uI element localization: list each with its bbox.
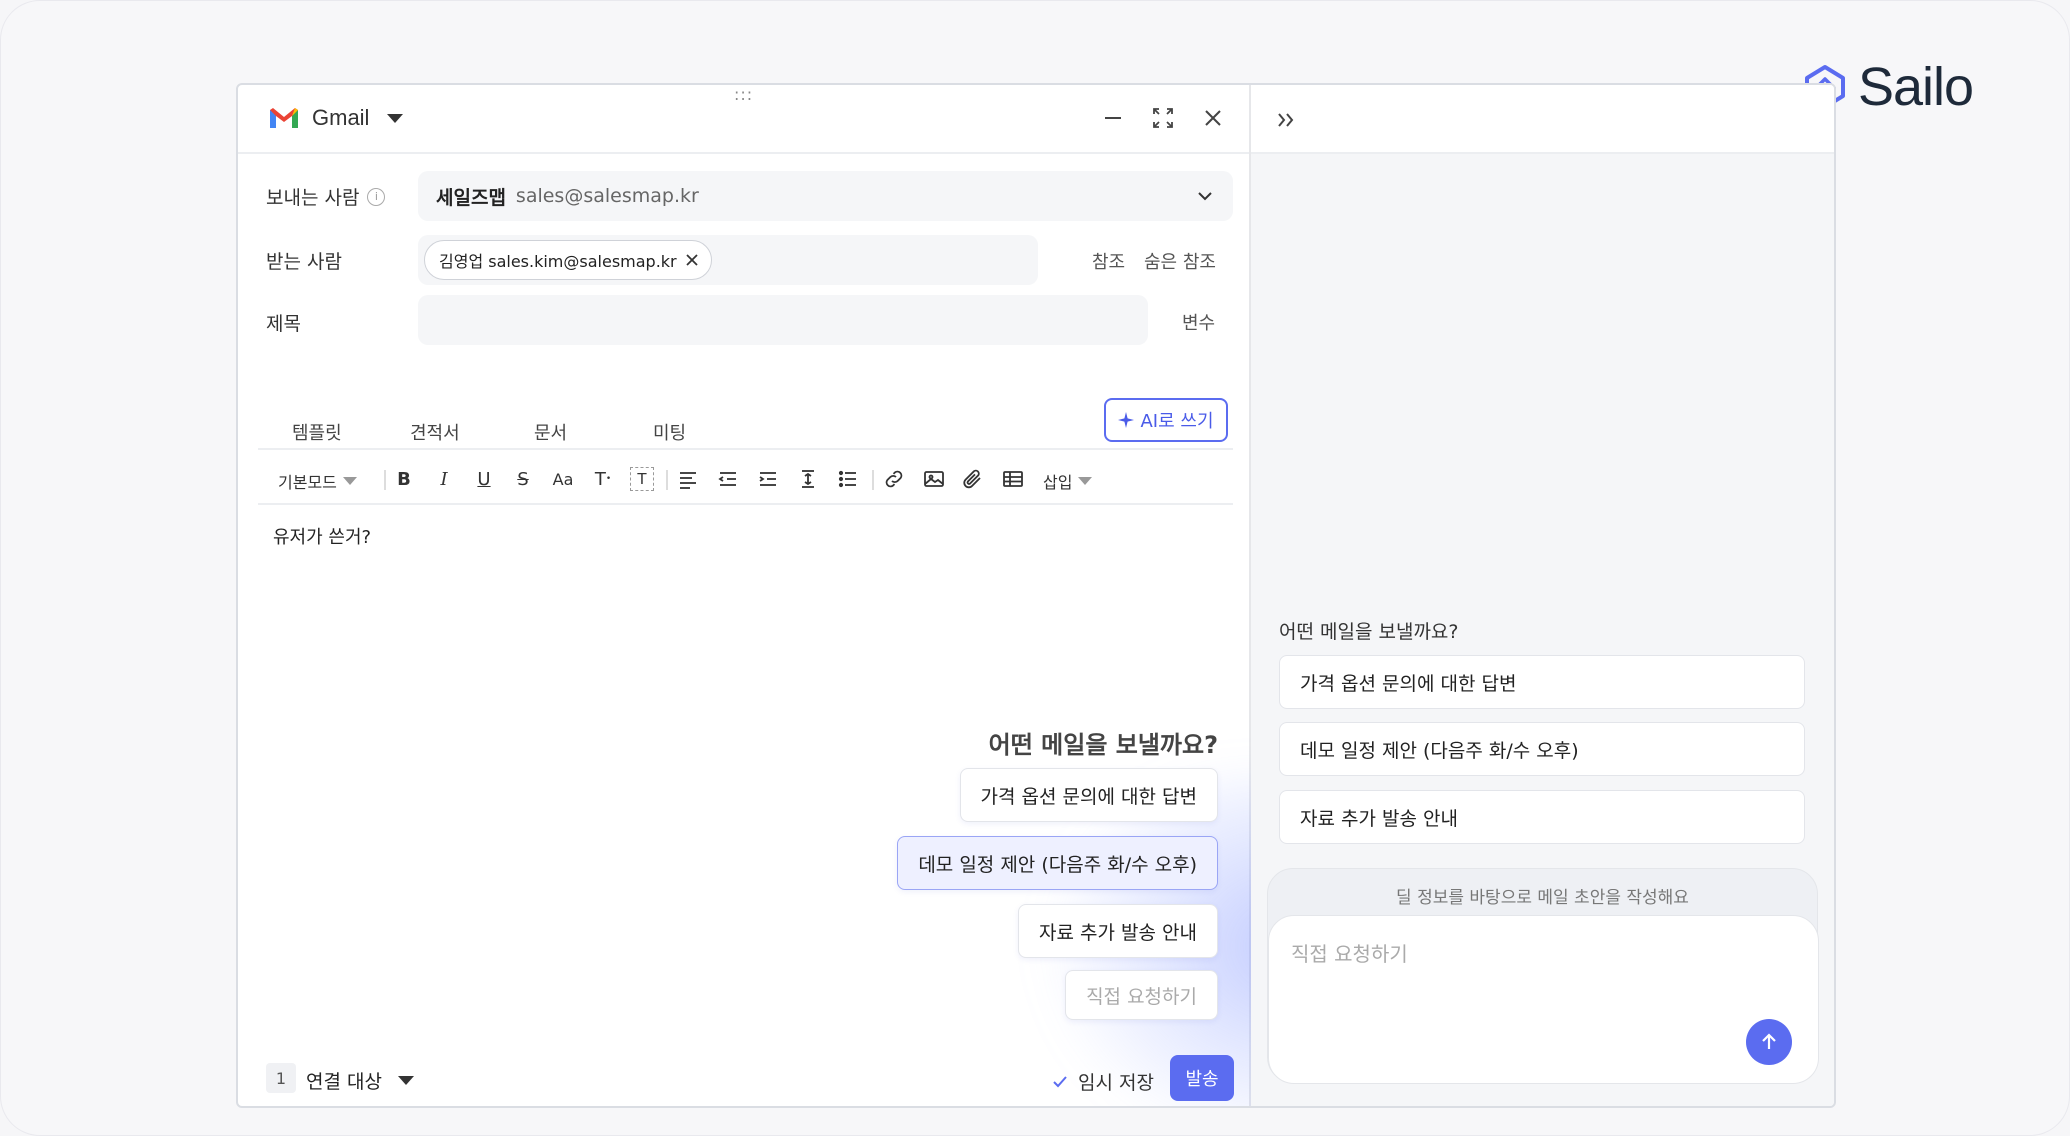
sender-name: 세일즈맵 (436, 186, 506, 209)
tab-template[interactable]: 템플릿 (292, 419, 342, 445)
to-input[interactable]: 김영업 sales.kim@salesmap.kr (418, 235, 1038, 285)
strikethrough-icon[interactable]: S (511, 467, 535, 491)
panel-option[interactable]: 자료 추가 발송 안내 (1279, 790, 1805, 844)
image-icon[interactable] (922, 467, 946, 491)
collapse-panel-icon[interactable] (1273, 107, 1299, 133)
ai-panel: 어떤 메일을 보낼까요? 가격 옵션 문의에 대한 답변 데모 일정 제안 (다… (1251, 85, 1834, 1106)
divider (258, 503, 1233, 505)
recipient-chip[interactable]: 김영업 sales.kim@salesmap.kr (424, 240, 712, 280)
panel-option[interactable]: 데모 일정 제안 (다음주 화/수 오후) (1279, 722, 1805, 776)
sparkle-icon (1118, 412, 1135, 428)
toolbar-divider (872, 470, 874, 490)
clear-format-icon[interactable]: T • (591, 467, 615, 491)
sender-row: 보내는 사람 i (266, 183, 419, 210)
check-icon (1053, 1075, 1067, 1087)
minimize-icon[interactable] (1101, 105, 1125, 131)
toolbar-divider (384, 470, 386, 490)
format-toolbar: 기본모드 B I U S Aa T • T 삽입 (238, 459, 1249, 499)
suggestion-title: 어떤 메일을 보낼까요? (988, 731, 1218, 759)
text-box-icon[interactable]: T (630, 467, 654, 491)
connection-target-select[interactable]: 연결 대상 (306, 1067, 414, 1094)
prompt-composer: 딜 정보를 바탕으로 메일 초안을 작성해요 직접 요청하기 (1267, 868, 1819, 1084)
link-icon[interactable] (882, 467, 906, 491)
gmail-logo-icon (270, 108, 298, 128)
font-size-icon[interactable]: Aa (551, 467, 575, 491)
ai-write-button[interactable]: AI로 쓰기 (1104, 398, 1228, 442)
info-icon[interactable]: i (367, 187, 386, 206)
divider (258, 448, 1233, 450)
composer: Gmail ::: 보내는 사람 i 세일즈맵 sales@salesmap.k… (238, 85, 1458, 1106)
arrow-up-icon (1762, 1033, 1776, 1049)
prompt-hint: 딜 정보를 바탕으로 메일 초안을 작성해요 (1396, 888, 1689, 908)
brand-name: Sailo (1858, 57, 1974, 117)
cc-button[interactable]: 참조 (1092, 248, 1125, 274)
remove-recipient-icon[interactable] (685, 253, 699, 267)
content-tabs: 템플릿 견적서 문서 미팅 (238, 405, 1249, 451)
close-icon[interactable] (1201, 105, 1225, 131)
editor-body[interactable]: 유저가 쓴거? (273, 523, 371, 549)
sender-label: 보내는 사람 i (266, 183, 419, 210)
attachment-icon[interactable] (961, 467, 985, 491)
compose-topbar: Gmail ::: (238, 85, 1249, 154)
caret-down-icon (397, 1076, 414, 1085)
sender-email: sales@salesmap.kr (515, 185, 699, 207)
suggestion-item[interactable]: 데모 일정 제안 (다음주 화/수 오후) (897, 836, 1218, 890)
recipient-chip-label: 김영업 sales.kim@salesmap.kr (439, 252, 677, 271)
suggestion-item[interactable]: 자료 추가 발송 안내 (1018, 904, 1218, 958)
table-icon[interactable] (1001, 467, 1025, 491)
custom-request-button[interactable]: 직접 요청하기 (1065, 970, 1218, 1020)
compose-footer: 1 연결 대상 임시 저장 발송 (238, 1055, 1249, 1105)
bold-icon[interactable]: B (392, 467, 416, 491)
send-button[interactable]: 발송 (1170, 1055, 1234, 1101)
line-height-icon[interactable] (796, 467, 820, 491)
subject-input[interactable] (418, 295, 1148, 345)
bcc-button[interactable]: 숨은 참조 (1144, 248, 1216, 274)
subject-label: 제목 (266, 313, 301, 335)
to-row: 받는 사람 (266, 247, 419, 274)
toolbar-divider (666, 470, 668, 490)
italic-icon[interactable]: I (432, 467, 456, 491)
outdent-icon[interactable] (716, 467, 740, 491)
window-controls (1101, 105, 1225, 131)
ai-write-label: AI로 쓰기 (1140, 411, 1214, 432)
chevron-down-icon (1198, 192, 1212, 201)
panel-header (1251, 85, 1834, 154)
caret-down-icon (387, 113, 404, 123)
account-switcher[interactable]: Gmail (268, 105, 404, 131)
connection-count-badge: 1 (266, 1063, 296, 1093)
prompt-input[interactable]: 직접 요청하기 (1268, 915, 1819, 1084)
suggestion-item[interactable]: 가격 옵션 문의에 대한 답변 (959, 768, 1218, 822)
list-icon[interactable] (836, 467, 860, 491)
panel-title: 어떤 메일을 보낼까요? (1279, 621, 1459, 643)
tab-quote[interactable]: 견적서 (410, 419, 460, 445)
to-label: 받는 사람 (266, 251, 342, 273)
subject-row: 제목 (266, 309, 419, 336)
caret-down-icon (1078, 477, 1093, 485)
tab-document[interactable]: 문서 (534, 419, 567, 445)
insert-select[interactable]: 삽입 (1043, 469, 1093, 493)
sender-select[interactable]: 세일즈맵 sales@salesmap.kr (418, 171, 1233, 221)
prompt-placeholder: 직접 요청하기 (1291, 942, 1408, 966)
align-left-icon[interactable] (676, 467, 700, 491)
mode-select[interactable]: 기본모드 (278, 469, 357, 493)
panel-option[interactable]: 가격 옵션 문의에 대한 답변 (1279, 655, 1805, 709)
drag-handle[interactable]: ::: (734, 87, 753, 103)
underline-icon[interactable]: U (472, 467, 496, 491)
prompt-send-button[interactable] (1746, 1019, 1792, 1065)
tab-meeting[interactable]: 미팅 (653, 419, 686, 445)
compose-window: Gmail ::: 보내는 사람 i 세일즈맵 sales@salesmap.k… (236, 83, 1836, 1108)
variable-button[interactable]: 변수 (1182, 309, 1215, 335)
draft-save-button[interactable]: 임시 저장 (1052, 1068, 1154, 1095)
caret-down-icon (342, 477, 357, 485)
indent-icon[interactable] (756, 467, 780, 491)
account-label: Gmail (312, 105, 370, 130)
expand-icon[interactable] (1151, 105, 1175, 131)
